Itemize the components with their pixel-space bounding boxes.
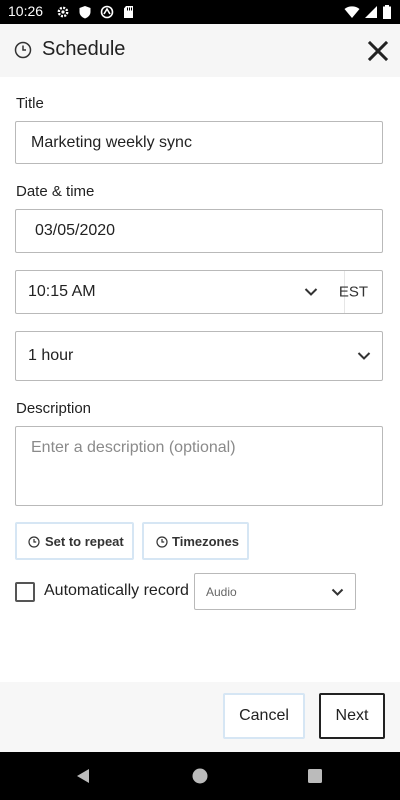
chevron-down-icon — [357, 352, 371, 360]
date-input[interactable]: 03/05/2020 — [15, 209, 383, 253]
shield-icon — [79, 6, 91, 19]
description-input[interactable]: Enter a description (optional) — [15, 426, 383, 506]
recents-icon[interactable] — [306, 767, 324, 785]
back-icon[interactable] — [74, 767, 92, 785]
description-placeholder: Enter a description (optional) — [31, 439, 236, 456]
clock-icon — [14, 41, 32, 59]
timezone-value: EST — [338, 283, 368, 301]
page-title: Schedule — [42, 38, 126, 60]
cancel-button[interactable]: Cancel — [223, 693, 305, 739]
vpn-icon — [100, 5, 114, 19]
chevron-down-icon — [331, 588, 344, 596]
battery-icon — [383, 5, 391, 19]
datetime-label: Date & time — [16, 183, 95, 200]
date-value: 03/05/2020 — [35, 222, 116, 239]
footer-bar: Cancel Next — [0, 682, 400, 752]
status-time: 10:26 — [8, 3, 44, 19]
time-value: 10:15 AM — [28, 283, 96, 300]
record-type-value: Audio — [206, 585, 237, 599]
close-icon[interactable] — [366, 39, 390, 63]
home-icon[interactable] — [191, 767, 209, 785]
next-button[interactable]: Next — [319, 693, 385, 739]
timezones-label: Timezones — [172, 534, 239, 549]
title-label: Title — [16, 95, 44, 112]
record-type-select[interactable]: Audio — [194, 573, 356, 610]
status-bar: 10:26 — [0, 0, 400, 24]
settings-icon — [57, 6, 69, 18]
signal-icon — [365, 6, 377, 18]
clock-icon — [28, 536, 40, 548]
time-select[interactable]: 10:15 AM EST — [15, 270, 383, 314]
nav-bar — [0, 752, 400, 800]
sd-card-icon — [124, 6, 133, 18]
title-value: Marketing weekly sync — [31, 133, 192, 151]
record-checkbox[interactable] — [15, 582, 35, 602]
timezones-button[interactable]: Timezones — [142, 522, 249, 560]
app-header: Schedule — [0, 24, 400, 77]
description-label: Description — [16, 400, 92, 417]
chevron-down-icon — [304, 288, 318, 296]
wifi-icon — [344, 6, 360, 18]
duration-select[interactable]: 1 hour — [15, 331, 383, 381]
title-input[interactable]: Marketing weekly sync — [15, 121, 383, 164]
clock-icon — [156, 536, 168, 548]
set-repeat-label: Set to repeat — [45, 534, 124, 549]
duration-value: 1 hour — [28, 347, 74, 364]
set-repeat-button[interactable]: Set to repeat — [15, 522, 134, 560]
record-label: Automatically record — [44, 582, 189, 599]
